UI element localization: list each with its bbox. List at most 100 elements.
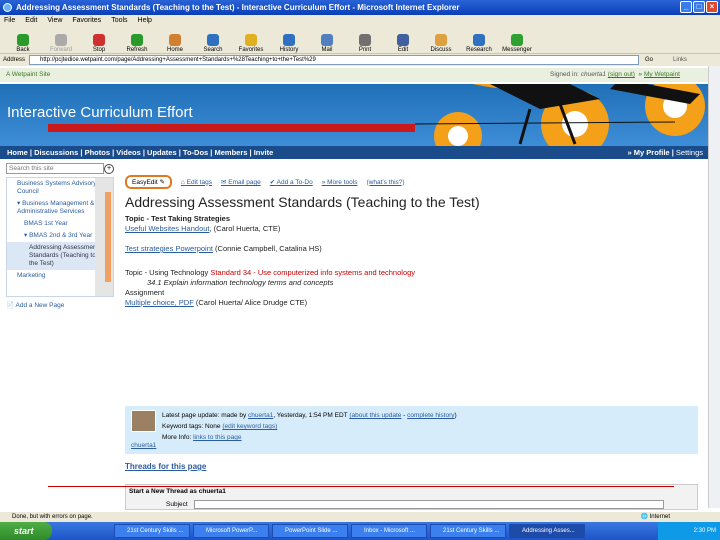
nav-home[interactable]: Home	[7, 148, 28, 157]
taskbar-task[interactable]: Inbox - Microsoft ...	[351, 524, 427, 538]
page-scrollbar[interactable]	[708, 66, 720, 508]
edit-icon	[397, 34, 409, 46]
favorites-button[interactable]: Favorites	[232, 34, 270, 53]
taskbar-task[interactable]: PowerPoint Slide ...	[272, 524, 348, 538]
taskbar-task[interactable]: Microsoft PowerP...	[193, 524, 269, 538]
back-arrow-icon	[17, 34, 29, 46]
menu-tools[interactable]: Tools	[111, 15, 127, 27]
subject-input[interactable]	[194, 500, 664, 509]
link2-credit: (Connie Campbell, Catalina HS)	[212, 244, 322, 253]
refresh-button[interactable]: Refresh	[118, 34, 156, 53]
signed-in-label: Signed in:	[549, 71, 579, 78]
taskbar-task[interactable]: 21st Century Skills ...	[114, 524, 190, 538]
complete-history-link[interactable]: complete history	[407, 412, 454, 419]
nav-photos[interactable]: Photos	[85, 148, 110, 157]
add-page-link[interactable]: 📄 Add a New Page	[6, 301, 114, 309]
links-to-page-link[interactable]: links to this page	[193, 434, 241, 441]
home-button[interactable]: Home	[156, 34, 194, 53]
menu-help[interactable]: Help	[138, 15, 152, 27]
maximize-button[interactable]: □	[693, 1, 705, 13]
edit-tags-link[interactable]: ⌂ Edit tags	[181, 179, 212, 186]
settings-link[interactable]: Settings	[676, 148, 703, 157]
update-user-link[interactable]: chuerta1	[248, 412, 273, 419]
whats-this-link[interactable]: (what's this?)	[366, 179, 404, 186]
avatar[interactable]	[131, 410, 156, 432]
nav-to-dos[interactable]: To-Dos	[183, 148, 208, 157]
more-tools-link[interactable]: » More tools	[322, 179, 358, 186]
sign-out-link[interactable]: (sign out)	[608, 71, 635, 78]
new-thread-label: Start a New Thread as	[129, 488, 197, 495]
search-input[interactable]: Search this site	[6, 163, 104, 174]
site-banner: Interactive Curriculum Effort	[0, 84, 708, 146]
tree-scrollbar[interactable]	[95, 178, 113, 296]
page-actions: EasyEdit ✎ ⌂ Edit tags ✉ Email page ✔ Ad…	[125, 175, 700, 189]
add-todo-link[interactable]: ✔ Add a To-Do	[270, 178, 313, 186]
discuss-button[interactable]: Discuss	[422, 34, 460, 53]
my-wetpaint-link[interactable]: My Wetpaint	[644, 71, 680, 78]
section-technology: Topic - Using Technology Standard 34 - U…	[125, 268, 700, 308]
go-button[interactable]: Go	[645, 57, 653, 63]
useful-websites-link[interactable]: Useful Websites Handout	[125, 224, 210, 233]
clock: 2:30 PM	[693, 528, 716, 534]
strategies-powerpoint-link[interactable]: Test strategies Powerpoint	[125, 244, 213, 253]
easyedit-button[interactable]: EasyEdit ✎	[125, 175, 172, 189]
messenger-button[interactable]: Messenger	[498, 34, 536, 53]
nav-updates[interactable]: Updates	[147, 148, 177, 157]
address-input[interactable]: http://pcjtedice.wetpaint.com/page/Addre…	[29, 55, 640, 65]
favorites-label: Favorites	[238, 47, 264, 53]
research-button[interactable]: Research	[460, 34, 498, 53]
wetpaint-site-badge[interactable]: A Wetpaint Site	[6, 71, 50, 78]
nav-invite[interactable]: Invite	[254, 148, 274, 157]
search-icon	[207, 34, 219, 46]
my-profile-link[interactable]: My Profile	[634, 148, 670, 157]
menu-view[interactable]: View	[47, 15, 62, 27]
banner-title[interactable]: Interactive Curriculum Effort	[7, 104, 193, 121]
close-button[interactable]: ×	[706, 1, 718, 13]
menu-edit[interactable]: Edit	[25, 15, 37, 27]
back-button[interactable]: Back	[4, 34, 42, 53]
browser-toolbar: Back Forward Stop Refresh Home Search Favorite…	[0, 27, 720, 54]
about-update-link[interactable]: (about this update	[349, 412, 401, 419]
nav-videos[interactable]: Videos	[116, 148, 140, 157]
search-plus-button[interactable]: +	[104, 164, 114, 174]
multiple-choice-link[interactable]: Multiple choice, PDF	[125, 298, 194, 307]
taskbar-task[interactable]: 21st Century Skills ...	[430, 524, 506, 538]
menu-bar: File Edit View Favorites Tools Help	[0, 15, 720, 27]
topic-heading: Topic - Test Taking Strategies	[125, 214, 231, 223]
menu-favorites[interactable]: Favorites	[72, 15, 101, 27]
links-button[interactable]: Links	[673, 57, 687, 63]
start-button[interactable]: start	[0, 522, 52, 540]
taskbar: start 21st Century Skills ... Microsoft P…	[0, 522, 720, 540]
edit-label: Edit	[397, 47, 409, 53]
stop-label: Stop	[92, 47, 106, 53]
edit-button[interactable]: Edit	[384, 34, 422, 53]
threads-link[interactable]: Threads for this page	[125, 462, 206, 471]
forward-button[interactable]: Forward	[42, 34, 80, 53]
window-controls: _ □ ×	[680, 1, 718, 13]
banner-red-bar	[48, 124, 415, 132]
new-thread-form: Start a New Thread as chuerta1 Subject	[125, 484, 698, 510]
minimize-button[interactable]: _	[680, 1, 692, 13]
nav-discussions[interactable]: Discussions	[34, 148, 78, 157]
history-label: History	[279, 47, 299, 53]
address-bar: Address http://pcjtedice.wetpaint.com/pa…	[0, 54, 720, 66]
address-label: Address	[3, 57, 26, 63]
print-button[interactable]: Print	[346, 34, 384, 53]
menu-file[interactable]: File	[4, 15, 15, 27]
taskbar-task[interactable]: Addressing Asses...	[509, 524, 585, 538]
discuss-icon	[435, 34, 447, 46]
site-nav: Home | Discussions | Photos | Videos | U…	[0, 146, 708, 159]
author-link[interactable]: chuerta1	[131, 442, 156, 449]
globe-icon: 🌐	[640, 514, 648, 520]
edit-keyword-tags-link[interactable]: (edit keyword tags)	[222, 423, 277, 430]
sidebar: Search this site + Business Systems Advi…	[6, 163, 114, 309]
refresh-label: Refresh	[126, 47, 148, 53]
email-page-link[interactable]: ✉ Email page	[221, 178, 261, 186]
mail-button[interactable]: Mail	[308, 34, 346, 53]
link1-credit: , (Carol Huerta, CTE)	[209, 224, 281, 233]
search-button[interactable]: Search	[194, 34, 232, 53]
history-button[interactable]: History	[270, 34, 308, 53]
nav-members[interactable]: Members	[214, 148, 247, 157]
status-text: Done, but with errors on page.	[12, 514, 93, 520]
stop-button[interactable]: Stop	[80, 34, 118, 53]
